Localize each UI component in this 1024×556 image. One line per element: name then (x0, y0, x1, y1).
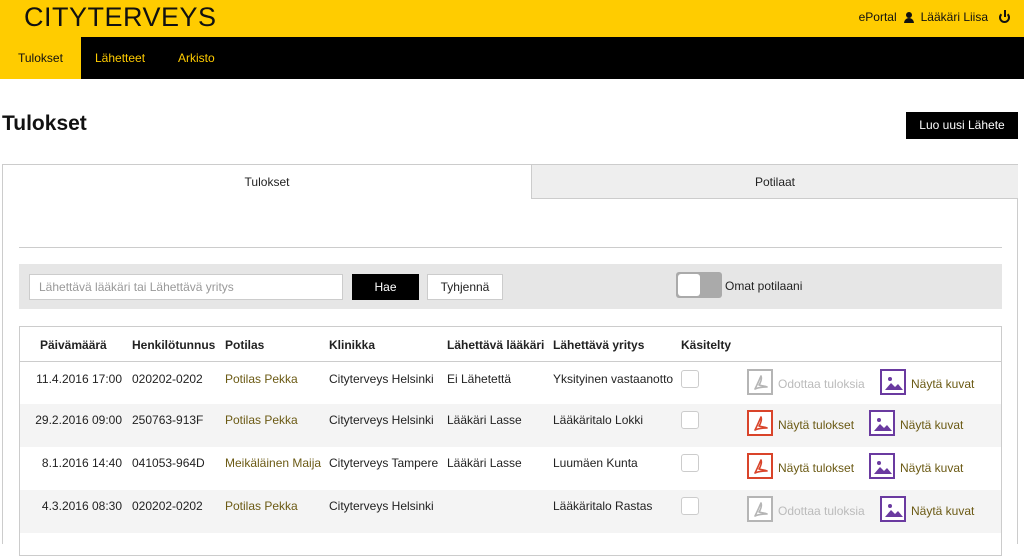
cell-company: Lääkäritalo Rastas (553, 499, 653, 513)
cell-date: 29.2.2016 09:00 (35, 413, 122, 427)
cell-ssn: 020202-0202 (132, 499, 203, 513)
handled-checkbox[interactable] (681, 454, 699, 472)
column-header-clinic[interactable]: Klinikka (329, 338, 375, 352)
cell-company: Lääkäritalo Lokki (553, 413, 644, 427)
patient-link[interactable]: Potilas Pekka (225, 413, 298, 427)
page-title: Tulokset (2, 112, 87, 135)
search-input[interactable]: Lähettävä lääkäri tai Lähettävä yritys (29, 274, 343, 300)
tab-tulokset[interactable]: Tulokset (3, 165, 531, 199)
search-button[interactable]: Hae (352, 274, 419, 300)
cell-doctor: Lääkäri Lasse (447, 456, 522, 470)
divider (19, 247, 1002, 248)
nav-item-arkisto[interactable]: Arkisto (160, 37, 233, 79)
table-header: Päivämäärä Henkilötunnus Potilas Klinikk… (20, 327, 1001, 362)
show-images-link[interactable]: Näytä kuvat (911, 377, 974, 391)
patient-link[interactable]: Meikäläinen Maija (225, 456, 321, 470)
column-header-date[interactable]: Päivämäärä (40, 338, 107, 352)
show-results-link[interactable]: Näytä tulokset (778, 461, 854, 475)
user-name[interactable]: Lääkäri Liisa (921, 10, 988, 24)
cell-clinic: Cityterveys Helsinki (329, 372, 434, 386)
own-patients-label: Omat potilaani (725, 279, 803, 293)
pdf-icon[interactable] (747, 410, 773, 436)
cell-doctor: Lääkäri Lasse (447, 413, 522, 427)
image-icon[interactable] (869, 453, 895, 479)
eportal-link[interactable]: ePortal (859, 10, 897, 24)
image-icon[interactable] (869, 410, 895, 436)
table-row: 29.2.2016 09:00 250763-913F Potilas Pekka C… (20, 404, 1001, 447)
nav-item-lahetteet[interactable]: Lähetteet (77, 37, 163, 79)
table-row: 11.4.2016 17:00 020202-0202 Potilas Pekka C… (20, 363, 1001, 406)
cell-date: 4.3.2016 08:30 (41, 499, 122, 513)
cell-company: Luumäen Kunta (553, 456, 638, 470)
awaiting-results-label: Odottaa tuloksia (778, 504, 865, 518)
awaiting-results-label: Odottaa tuloksia (778, 377, 865, 391)
pdf-icon (747, 369, 773, 395)
cell-date: 11.4.2016 17:00 (36, 372, 122, 386)
clear-button[interactable]: Tyhjennä (427, 274, 503, 300)
column-header-handled[interactable]: Käsitelty (681, 338, 731, 352)
column-header-doctor[interactable]: Lähettävä lääkäri (447, 338, 544, 352)
show-images-link[interactable]: Näytä kuvat (911, 504, 974, 518)
top-header: CITYTERVEYS ePortal Lääkäri Liisa (0, 0, 1024, 37)
power-icon[interactable] (999, 9, 1010, 23)
image-icon[interactable] (880, 369, 906, 395)
show-images-link[interactable]: Näytä kuvat (900, 418, 963, 432)
cell-date: 8.1.2016 14:40 (41, 456, 122, 470)
cell-ssn: 020202-0202 (132, 372, 203, 386)
own-patients-toggle[interactable] (676, 272, 722, 298)
search-bar: Lähettävä lääkäri tai Lähettävä yritys H… (19, 264, 1002, 309)
handled-checkbox[interactable] (681, 411, 699, 429)
cell-ssn: 250763-913F (132, 413, 204, 427)
show-results-link[interactable]: Näytä tulokset (778, 418, 854, 432)
logo[interactable]: CITYTERVEYS (24, 2, 217, 33)
header-actions: ePortal Lääkäri Liisa (859, 9, 1010, 24)
cell-doctor: Ei Lähetettä (447, 372, 512, 386)
main-nav: Tulokset Lähetteet Arkisto (0, 37, 1024, 79)
user-icon (903, 11, 914, 23)
pdf-icon[interactable] (747, 453, 773, 479)
show-images-link[interactable]: Näytä kuvat (900, 461, 963, 475)
results-panel: Tulokset Potilaat Lähettävä lääkäri tai … (2, 164, 1018, 556)
patient-link[interactable]: Potilas Pekka (225, 372, 298, 386)
image-icon[interactable] (880, 496, 906, 522)
cell-clinic: Cityterveys Helsinki (329, 413, 434, 427)
handled-checkbox[interactable] (681, 497, 699, 515)
column-header-ssn[interactable]: Henkilötunnus (132, 338, 215, 352)
table-row: 4.3.2016 08:30 020202-0202 Potilas Pekka Ci… (20, 490, 1001, 533)
cell-clinic: Cityterveys Helsinki (329, 499, 434, 513)
tab-potilaat[interactable]: Potilaat (531, 165, 1018, 199)
cell-company: Yksityinen vastaanotto (553, 372, 674, 386)
pdf-icon (747, 496, 773, 522)
handled-checkbox[interactable] (681, 370, 699, 388)
nav-item-tulokset[interactable]: Tulokset (0, 37, 81, 79)
column-header-company[interactable]: Lähettävä yritys (553, 338, 644, 352)
patient-link[interactable]: Potilas Pekka (225, 499, 298, 513)
toggle-knob (678, 274, 700, 296)
new-referral-button[interactable]: Luo uusi Lähete (906, 112, 1018, 139)
table-row: 8.1.2016 14:40 041053-964D Meikäläinen Mai… (20, 447, 1001, 490)
cell-clinic: Cityterveys Tampere (329, 456, 439, 470)
column-header-patient[interactable]: Potilas (225, 338, 264, 352)
cell-ssn: 041053-964D (132, 456, 205, 470)
results-table: Päivämäärä Henkilötunnus Potilas Klinikk… (19, 326, 1002, 556)
